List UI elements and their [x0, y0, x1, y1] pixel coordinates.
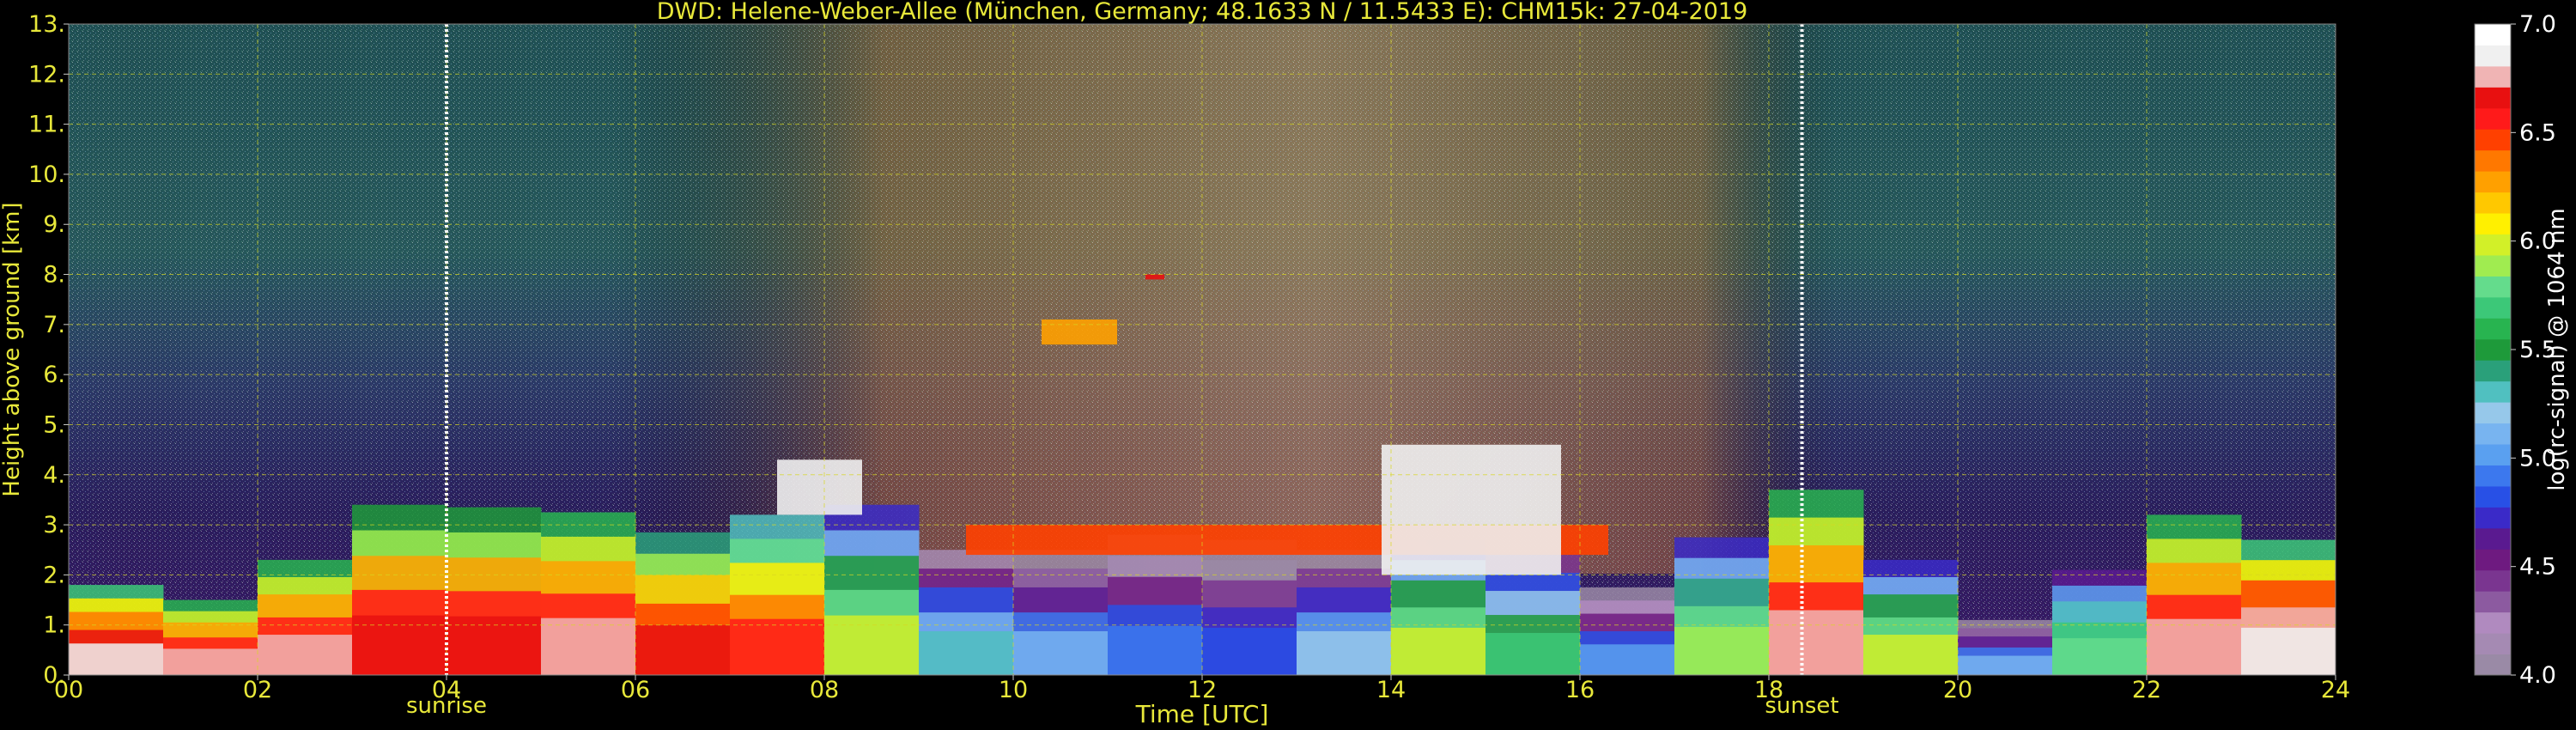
- x-tick-label: 14: [1376, 677, 1406, 703]
- boundary-layer-band: [635, 624, 731, 675]
- colorbar-cell: [2475, 213, 2511, 235]
- boundary-layer-band: [352, 615, 447, 675]
- chart-title: DWD: Helene-Weber-Allee (München, German…: [657, 0, 1748, 25]
- colorbar-cell: [2475, 402, 2511, 424]
- x-tick-label: 18: [1754, 677, 1783, 703]
- boundary-layer-band: [1580, 644, 1675, 675]
- cloud-layer: [777, 459, 862, 515]
- boundary-layer-band: [1297, 630, 1392, 675]
- colorbar-label: log(rc-signal) @ 1064 nm: [2544, 208, 2570, 490]
- x-tick-label: 16: [1565, 677, 1595, 703]
- boundary-layer-band: [824, 615, 920, 675]
- colorbar-cell: [2475, 45, 2511, 67]
- y-axis: 0. 1. 2. 3. 4. 5. 6. 7. 8. 9. 10. 11. 12. 13.: [28, 11, 69, 689]
- x-tick-label: 10: [999, 677, 1028, 703]
- y-tick-label: 7.: [43, 312, 65, 338]
- x-axis-label: Time [UTC]: [1135, 700, 1269, 728]
- boundary-layer-band: [2241, 627, 2336, 675]
- x-tick-label: 20: [1943, 677, 1972, 703]
- y-tick-label: 0.: [43, 662, 65, 689]
- colorbar-cell: [2475, 527, 2511, 550]
- boundary-layer-band: [730, 618, 825, 675]
- y-tick-label: 12.: [28, 61, 65, 88]
- colorbar: 4.04.55.05.56.06.57.0 log(rc-signal) @ 1…: [2474, 11, 2570, 689]
- plot-area: [68, 23, 2336, 676]
- colorbar-cell: [2475, 171, 2511, 193]
- colorbar-cell: [2475, 338, 2511, 361]
- colorbar-cell: [2475, 507, 2511, 529]
- colorbar-cell: [2475, 276, 2511, 298]
- y-tick-label: 11.: [28, 112, 65, 138]
- x-tick-label: 22: [2132, 677, 2161, 703]
- x-tick-label: 08: [810, 677, 839, 703]
- y-tick-label: 2.: [43, 562, 65, 588]
- colorbar-cell: [2475, 296, 2511, 319]
- colorbar-cell: [2475, 360, 2511, 382]
- colorbar-tick-label: 4.0: [2519, 662, 2556, 689]
- boundary-layer-band: [1863, 635, 1959, 675]
- colorbar-cell: [2475, 380, 2511, 403]
- colorbar-cell: [2475, 24, 2511, 46]
- cloud-layer: [1042, 319, 1117, 345]
- boundary-layer-band: [2147, 618, 2242, 675]
- colorbar-cell: [2475, 444, 2511, 465]
- cloud-layer: [1145, 274, 1164, 280]
- boundary-layer-band: [69, 643, 164, 675]
- colorbar-cell: [2475, 591, 2511, 613]
- colorbar-cell: [2475, 485, 2511, 508]
- colorbar-cell: [2475, 611, 2511, 634]
- boundary-layer-band: [541, 617, 636, 675]
- colorbar-cell: [2475, 234, 2511, 256]
- boundary-layer-band: [1674, 626, 1770, 675]
- x-tick-label: 04: [432, 677, 461, 703]
- boundary-layer-band: [163, 648, 258, 675]
- y-tick-label: 6.: [43, 362, 65, 388]
- boundary-layer-band: [1013, 630, 1109, 675]
- y-tick-label: 3.: [43, 512, 65, 538]
- colorbar-tick-label: 4.5: [2519, 554, 2556, 581]
- colorbar-cell: [2475, 318, 2511, 340]
- colorbar-cell: [2475, 654, 2511, 676]
- colorbar-cell: [2475, 569, 2511, 592]
- ceilometer-chart: sunrise sunset00 02 04 06 08 10 12 14 16 18 20 22 24 …: [0, 0, 2570, 728]
- y-tick-label: 4.: [43, 462, 65, 489]
- colorbar-cell: [2475, 549, 2511, 571]
- colorbar-cell: [2475, 107, 2511, 130]
- y-tick-label: 9.: [43, 211, 65, 238]
- colorbar-cell: [2475, 423, 2511, 445]
- colorbar-cell: [2475, 149, 2511, 172]
- boundary-layer-band: [1769, 610, 1864, 675]
- boundary-layer-band: [258, 635, 353, 675]
- boundary-layer-band: [919, 630, 1014, 675]
- colorbar-cell: [2475, 65, 2511, 88]
- colorbar-cell: [2475, 254, 2511, 277]
- boundary-layer-band: [1391, 627, 1486, 675]
- colorbar-cell: [2475, 87, 2511, 109]
- y-tick-label: 5.: [43, 411, 65, 438]
- boundary-layer-band: [1958, 655, 2053, 675]
- cloud-layer: [1382, 444, 1561, 575]
- boundary-layer-band: [1202, 627, 1297, 675]
- colorbar-tick-label: 7.0: [2519, 11, 2556, 38]
- x-tick-label: 06: [621, 677, 650, 703]
- colorbar-cell: [2475, 192, 2511, 214]
- y-tick-label: 10.: [28, 161, 65, 188]
- y-tick-label: 8.: [43, 262, 65, 289]
- y-tick-label: 1.: [43, 612, 65, 639]
- y-tick-label: 13.: [28, 11, 65, 38]
- colorbar-cell: [2475, 129, 2511, 151]
- boundary-layer-band: [1108, 625, 1203, 675]
- colorbar-tick-label: 6.5: [2519, 119, 2556, 146]
- y-axis-label: Height above ground [km]: [0, 202, 25, 496]
- x-tick-label: 24: [2321, 677, 2350, 703]
- boundary-layer-band: [1485, 633, 1581, 675]
- colorbar-cell: [2475, 465, 2511, 487]
- colorbar-cell: [2475, 633, 2511, 655]
- x-tick-label: 02: [243, 677, 272, 703]
- boundary-layer-band: [2052, 638, 2148, 675]
- colorbar-cells: [2475, 24, 2511, 676]
